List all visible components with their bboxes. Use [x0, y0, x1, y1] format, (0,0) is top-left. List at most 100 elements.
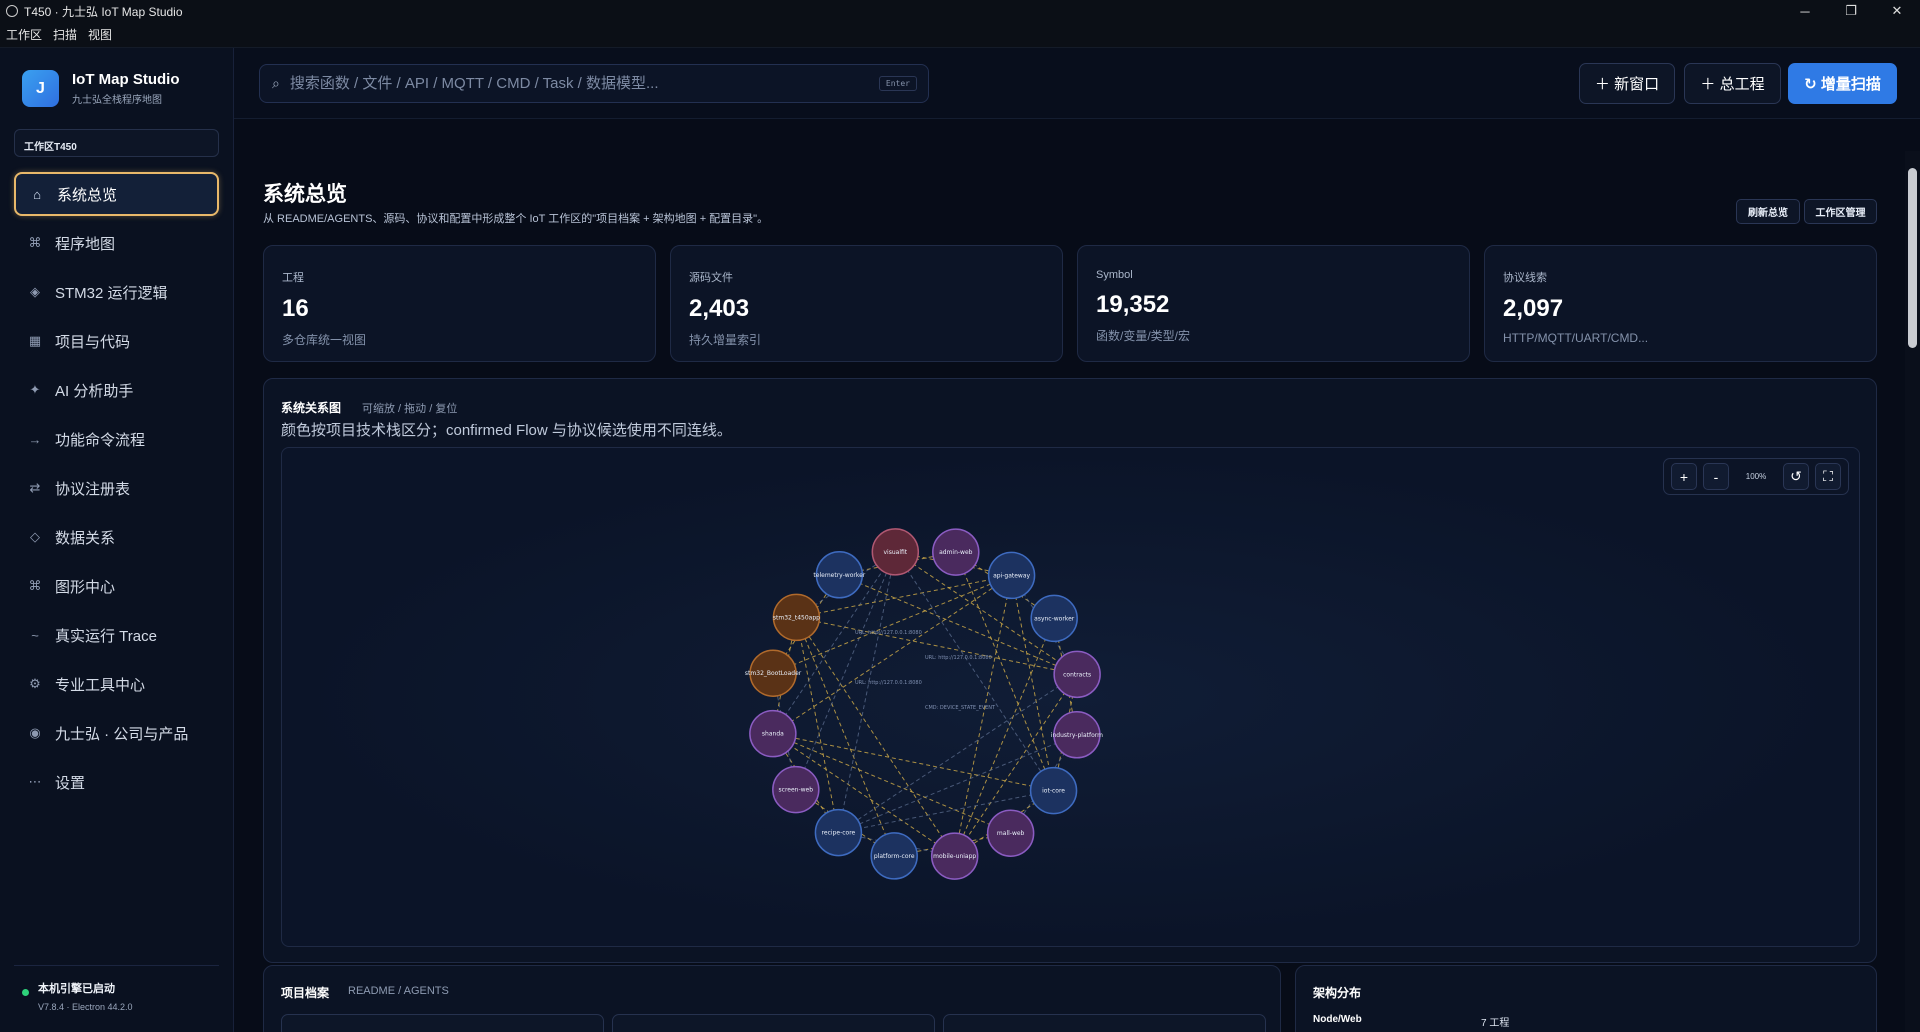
- status-dot-icon: [22, 989, 29, 996]
- sidebar-item-4[interactable]: ✦ AI 分析助手: [14, 368, 219, 412]
- sidebar-item-label: STM32 运行逻辑: [55, 284, 168, 302]
- brand-logo: J: [22, 70, 59, 107]
- zoom-out-button[interactable]: -: [1703, 463, 1729, 490]
- graph-node[interactable]: contracts: [1053, 650, 1101, 699]
- sidebar-item-5[interactable]: → 功能命令流程: [14, 417, 219, 461]
- app-icon: [6, 5, 18, 17]
- graph-title: 系统关系图: [281, 401, 342, 415]
- graph-node-label: admin-web: [939, 549, 973, 556]
- sparkle-icon: ✦: [29, 382, 41, 397]
- graph-node[interactable]: screen-web: [772, 765, 820, 814]
- edge-label: CMD: DEVICE_STATE_EVENT: [925, 705, 996, 711]
- incremental-scan-button[interactable]: ↻ 增量扫描: [1788, 63, 1897, 104]
- master-project-button[interactable]: ＋ 总工程: [1684, 63, 1781, 104]
- workspace-manage-button[interactable]: 工作区管理: [1804, 199, 1877, 224]
- sidebar-item-8[interactable]: ⌘ 图形中心: [14, 564, 219, 608]
- graph-node[interactable]: admin-web: [932, 528, 980, 576]
- zoom-level: 100%: [1745, 472, 1767, 481]
- stat-desc: 函数/变量/类型/宏: [1096, 329, 1191, 343]
- diamond-icon: ◈: [30, 284, 40, 299]
- archive-title: 项目档案: [281, 986, 330, 1000]
- system-graph-panel: 系统关系图 可缩放 / 拖动 / 复位 颜色按项目技术栈区分；confirmed…: [263, 378, 1877, 963]
- graph-node-label: contracts: [1063, 671, 1091, 678]
- minimize-button[interactable]: ─: [1782, 0, 1828, 22]
- sidebar-item-label: 系统总览: [57, 186, 118, 204]
- graph-node-label: mall-web: [997, 830, 1025, 837]
- graph-canvas[interactable]: URL: http://127.0.0.1:8080 URL: http://12…: [281, 447, 1860, 947]
- command-icon: ⌘: [28, 235, 42, 250]
- relationship-graph[interactable]: URL: http://127.0.0.1:8080 URL: http://12…: [282, 448, 1860, 947]
- maximize-button[interactable]: ❐: [1828, 0, 1874, 22]
- window-controls: ─ ❐ ✕: [1782, 0, 1920, 22]
- top-header: ⌕ Enter ＋ 新窗口 ＋ 总工程 ↻ 增量扫描: [234, 48, 1920, 119]
- target-icon: ◉: [29, 725, 41, 740]
- graph-node[interactable]: stm32_t450app: [772, 593, 821, 642]
- graph-node-label: stm32_t450app: [773, 614, 820, 621]
- stat-desc: HTTP/MQTT/UART/CMD...: [1503, 331, 1649, 345]
- graph-node[interactable]: telemetry-worker: [813, 551, 866, 599]
- edge-label: URL: http://127.0.0.1:8080: [855, 630, 922, 636]
- graph-node[interactable]: shanda: [749, 709, 797, 758]
- graph-hint: 可缩放 / 拖动 / 复位: [362, 403, 458, 415]
- graph-edges: [772, 551, 1078, 857]
- command-icon: ⌘: [28, 578, 42, 593]
- stat-value: 19,352: [1096, 291, 1170, 318]
- brand: J IoT Map Studio 九士弘全栈程序地图: [22, 70, 179, 107]
- sidebar-item-1[interactable]: ⌘ 程序地图: [14, 221, 219, 265]
- arch-row-label: Node/Web: [1313, 1014, 1362, 1025]
- sidebar-item-11[interactable]: ◉ 九士弘 · 公司与产品: [14, 711, 219, 755]
- menubar: 工作区 扫描 视图: [0, 22, 1920, 48]
- sidebar-item-2[interactable]: ◈ STM32 运行逻辑: [14, 270, 219, 314]
- sidebar-item-0[interactable]: ⌂ 系统总览: [14, 172, 219, 216]
- sidebar-item-7[interactable]: ◇ 数据关系: [14, 515, 219, 559]
- stat-card-source-files: 源码文件 2,403 持久增量索引: [670, 245, 1063, 362]
- project-card[interactable]: [281, 1014, 604, 1032]
- zoom-in-button[interactable]: +: [1671, 463, 1697, 490]
- scrollbar-thumb[interactable]: [1908, 168, 1917, 348]
- project-card[interactable]: [943, 1014, 1266, 1032]
- menu-workspace[interactable]: 工作区: [6, 26, 42, 43]
- menu-view[interactable]: 视图: [88, 26, 112, 43]
- brand-subtitle: 九士弘全栈程序地图: [72, 95, 162, 106]
- close-button[interactable]: ✕: [1874, 0, 1920, 22]
- graph-node[interactable]: api-gateway: [987, 551, 1036, 600]
- workspace-select[interactable]: 工作区T450: [14, 129, 219, 157]
- stat-card-projects: 工程 16 多仓库统一视图: [263, 245, 656, 362]
- project-card[interactable]: [612, 1014, 935, 1032]
- sidebar-item-3[interactable]: ▦ 项目与代码: [14, 319, 219, 363]
- page-subtitle: 从 README/AGENTS、源码、协议和配置中形成整个 IoT 工作区的"项…: [263, 213, 769, 225]
- graph-node[interactable]: visualfit: [871, 528, 920, 576]
- sidebar-item-label: 协议注册表: [55, 480, 131, 498]
- page-title: 系统总览: [263, 183, 347, 206]
- grid-icon: ▦: [28, 333, 42, 348]
- graph-node-label: telemetry-worker: [813, 572, 865, 579]
- sidebar-item-6[interactable]: ⇄ 协议注册表: [14, 466, 219, 510]
- new-window-button[interactable]: ＋ 新窗口: [1579, 63, 1675, 104]
- sidebar-item-9[interactable]: ~ 真实运行 Trace: [14, 613, 219, 657]
- stat-desc: 持久增量索引: [689, 333, 762, 347]
- refresh-overview-button[interactable]: 刷新总览: [1736, 199, 1800, 224]
- graph-node[interactable]: mobile-uniapp: [930, 832, 979, 880]
- graph-node[interactable]: async-worker: [1030, 594, 1078, 643]
- sidebar-item-12[interactable]: ⋯ 设置: [14, 760, 219, 804]
- stat-desc: 多仓库统一视图: [282, 333, 367, 347]
- graph-node[interactable]: iot-core: [1029, 766, 1078, 815]
- graph-node-label: platform-core: [874, 853, 915, 860]
- graph-node[interactable]: mall-web: [986, 809, 1035, 857]
- graph-node-label: recipe-core: [822, 830, 856, 837]
- search-bar[interactable]: ⌕ Enter: [259, 64, 929, 103]
- sidebar: J IoT Map Studio 九士弘全栈程序地图 工作区T450 ⌂ 系统总览…: [0, 48, 234, 1032]
- sidebar-item-label: 项目与代码: [55, 333, 131, 351]
- graph-node[interactable]: platform-core: [870, 832, 918, 880]
- search-input[interactable]: [289, 75, 879, 92]
- graph-node[interactable]: industry-platform: [1051, 711, 1103, 759]
- graph-node[interactable]: recipe-core: [814, 808, 863, 857]
- graph-node[interactable]: stm32_BootLoader: [745, 649, 802, 697]
- reset-icon[interactable]: ↺: [1783, 463, 1809, 490]
- architecture-panel: 架构分布 Node/Web 7 工程: [1295, 965, 1877, 1032]
- menu-scan[interactable]: 扫描: [53, 26, 77, 43]
- graph-node-label: iot-core: [1042, 788, 1065, 795]
- sidebar-item-10[interactable]: ⚙ 专业工具中心: [14, 662, 219, 706]
- stat-label: Symbol: [1096, 269, 1133, 281]
- fullscreen-icon[interactable]: ⛶: [1815, 463, 1841, 490]
